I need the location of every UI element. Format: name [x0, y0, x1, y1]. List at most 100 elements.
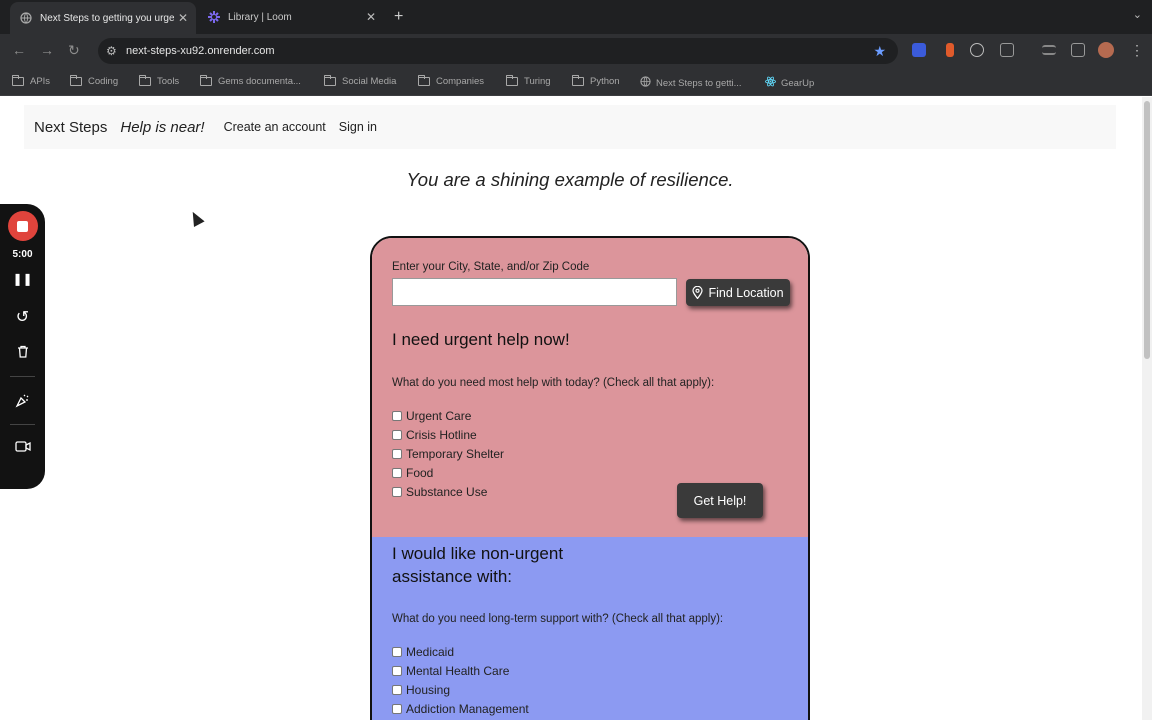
bookmark-label: GearUp [781, 77, 815, 89]
tab-title: Library | Loom [228, 11, 292, 23]
affirmation-quote: You are a shining example of resilience. [406, 169, 734, 190]
camera-icon[interactable] [0, 441, 45, 452]
reload-icon[interactable]: ↻ [68, 42, 80, 59]
checkbox[interactable] [392, 487, 402, 497]
url-text: next-steps-xu92.onrender.com [126, 45, 275, 57]
checkbox[interactable] [392, 685, 402, 695]
bookmark-python[interactable]: Python [571, 75, 620, 87]
bookmark-tools[interactable]: Tools [138, 75, 179, 87]
loom-icon [208, 11, 220, 23]
bookmark-apis[interactable]: APIs [11, 75, 51, 87]
bookmark-gems[interactable]: Gems documenta... [199, 75, 301, 87]
location-label: Enter your City, State, and/or Zip Code [392, 261, 590, 273]
find-location-label: Find Location [708, 285, 784, 300]
browser-toolbar: ← → ↻ ⚙ next-steps-xu92.onrender.com ★ ⋮ [0, 34, 1152, 68]
option-label: Crisis Hotline [406, 428, 477, 442]
checkbox[interactable] [392, 704, 402, 714]
folder-icon [417, 75, 430, 86]
folder-icon [505, 75, 518, 86]
bookmark-label: Python [590, 76, 620, 87]
find-location-button[interactable]: Find Location [686, 279, 790, 306]
restart-icon[interactable]: ↺ [0, 307, 45, 327]
avatar[interactable] [1098, 42, 1114, 58]
site-brand[interactable]: Next Steps [34, 119, 107, 136]
bookmark-label: Companies [436, 76, 485, 87]
bookmark-star-icon[interactable]: ★ [873, 43, 886, 60]
bookmark-turing[interactable]: Turing [505, 75, 551, 87]
option-label: Medicaid [406, 645, 455, 659]
option-temporary-shelter[interactable]: Temporary Shelter [392, 447, 504, 461]
side-panel-icon[interactable] [1071, 43, 1085, 57]
page-scrollbar[interactable] [1142, 97, 1152, 720]
option-label: Mental Health Care [406, 664, 510, 678]
drawing-tool-icon[interactable] [0, 393, 45, 408]
address-bar[interactable]: ⚙ next-steps-xu92.onrender.com ★ [98, 38, 898, 64]
location-input[interactable] [392, 278, 677, 306]
bookmark-label: APIs [30, 76, 51, 87]
option-label: Temporary Shelter [406, 447, 505, 461]
site-tagline: Help is near! [120, 118, 205, 136]
new-tab-icon[interactable]: + [394, 8, 403, 26]
option-housing[interactable]: Housing [392, 683, 450, 697]
option-food[interactable]: Food [392, 466, 433, 480]
extension-icon[interactable] [946, 43, 954, 57]
react-icon [765, 76, 776, 90]
urgent-prompt: What do you need most help with today? (… [392, 377, 715, 389]
forward-arrow-icon[interactable]: → [40, 42, 54, 58]
recording-timer: 5:00 [12, 249, 33, 260]
option-medicaid[interactable]: Medicaid [392, 645, 454, 659]
bookmark-label: Gems documenta... [218, 76, 301, 87]
media-controls-icon[interactable] [1042, 45, 1056, 55]
kebab-menu-icon[interactable]: ⋮ [1130, 42, 1144, 59]
bookmark-label: Next Steps to getti... [656, 77, 742, 89]
option-mental-health-care[interactable]: Mental Health Care [392, 664, 509, 678]
folder-icon [571, 75, 584, 86]
get-help-button[interactable]: Get Help! [677, 483, 763, 518]
bookmark-next-steps[interactable]: Next Steps to getti... [640, 76, 742, 90]
folder-icon [69, 75, 82, 86]
map-pin-icon [692, 286, 704, 299]
site-navbar: Next Steps Help is near! Create an accou… [24, 105, 1116, 149]
tab-loom-library[interactable]: Library | Loom ✕ [198, 4, 384, 30]
folder-icon [138, 75, 151, 86]
option-crisis-hotline[interactable]: Crisis Hotline [392, 428, 477, 442]
bookmark-companies[interactable]: Companies [417, 75, 485, 87]
bookmark-gearup[interactable]: GearUp [765, 76, 814, 90]
react-extension-icon[interactable] [970, 43, 984, 57]
checkbox[interactable] [392, 468, 402, 478]
bookmark-coding[interactable]: Coding [69, 75, 118, 87]
checkbox[interactable] [392, 411, 402, 421]
stop-recording-button[interactable] [0, 211, 45, 241]
sign-in-link[interactable]: Sign in [339, 120, 377, 134]
scrollbar-thumb[interactable] [1144, 101, 1150, 359]
pause-icon[interactable]: ❚❚ [0, 272, 45, 286]
non-urgent-heading-line2: assistance with: [392, 567, 512, 586]
close-tab-icon[interactable]: ✕ [178, 11, 188, 25]
close-tab-icon[interactable]: ✕ [366, 10, 376, 24]
globe-icon [20, 12, 32, 24]
bookmark-social-media[interactable]: Social Media [323, 75, 396, 87]
folder-icon [199, 75, 212, 86]
help-form-card: Enter your City, State, and/or Zip Code … [370, 236, 810, 720]
site-settings-icon[interactable]: ⚙ [106, 44, 120, 58]
tab-next-steps[interactable]: Next Steps to getting you urgent ✕ [10, 2, 196, 34]
checkbox[interactable] [392, 647, 402, 657]
divider [10, 424, 35, 425]
option-urgent-care[interactable]: Urgent Care [392, 409, 471, 423]
checkbox[interactable] [392, 666, 402, 676]
back-arrow-icon[interactable]: ← [12, 42, 26, 58]
chevron-down-icon[interactable]: ⌄ [1133, 8, 1142, 21]
create-account-link[interactable]: Create an account [224, 120, 326, 134]
option-label: Urgent Care [406, 409, 472, 423]
option-substance-use[interactable]: Substance Use [392, 485, 487, 499]
non-urgent-prompt: What do you need long-term support with?… [392, 613, 724, 625]
extension-icon[interactable] [912, 43, 926, 57]
option-addiction-management[interactable]: Addiction Management [392, 702, 529, 716]
trash-icon[interactable] [0, 345, 45, 358]
checkbox[interactable] [392, 449, 402, 459]
puzzle-icon[interactable] [1000, 43, 1014, 57]
folder-icon [11, 75, 24, 86]
page-content: Next Steps Help is near! Create an accou… [0, 97, 1152, 720]
checkbox[interactable] [392, 430, 402, 440]
loom-recorder-panel: 5:00 ❚❚ ↺ [0, 204, 45, 489]
